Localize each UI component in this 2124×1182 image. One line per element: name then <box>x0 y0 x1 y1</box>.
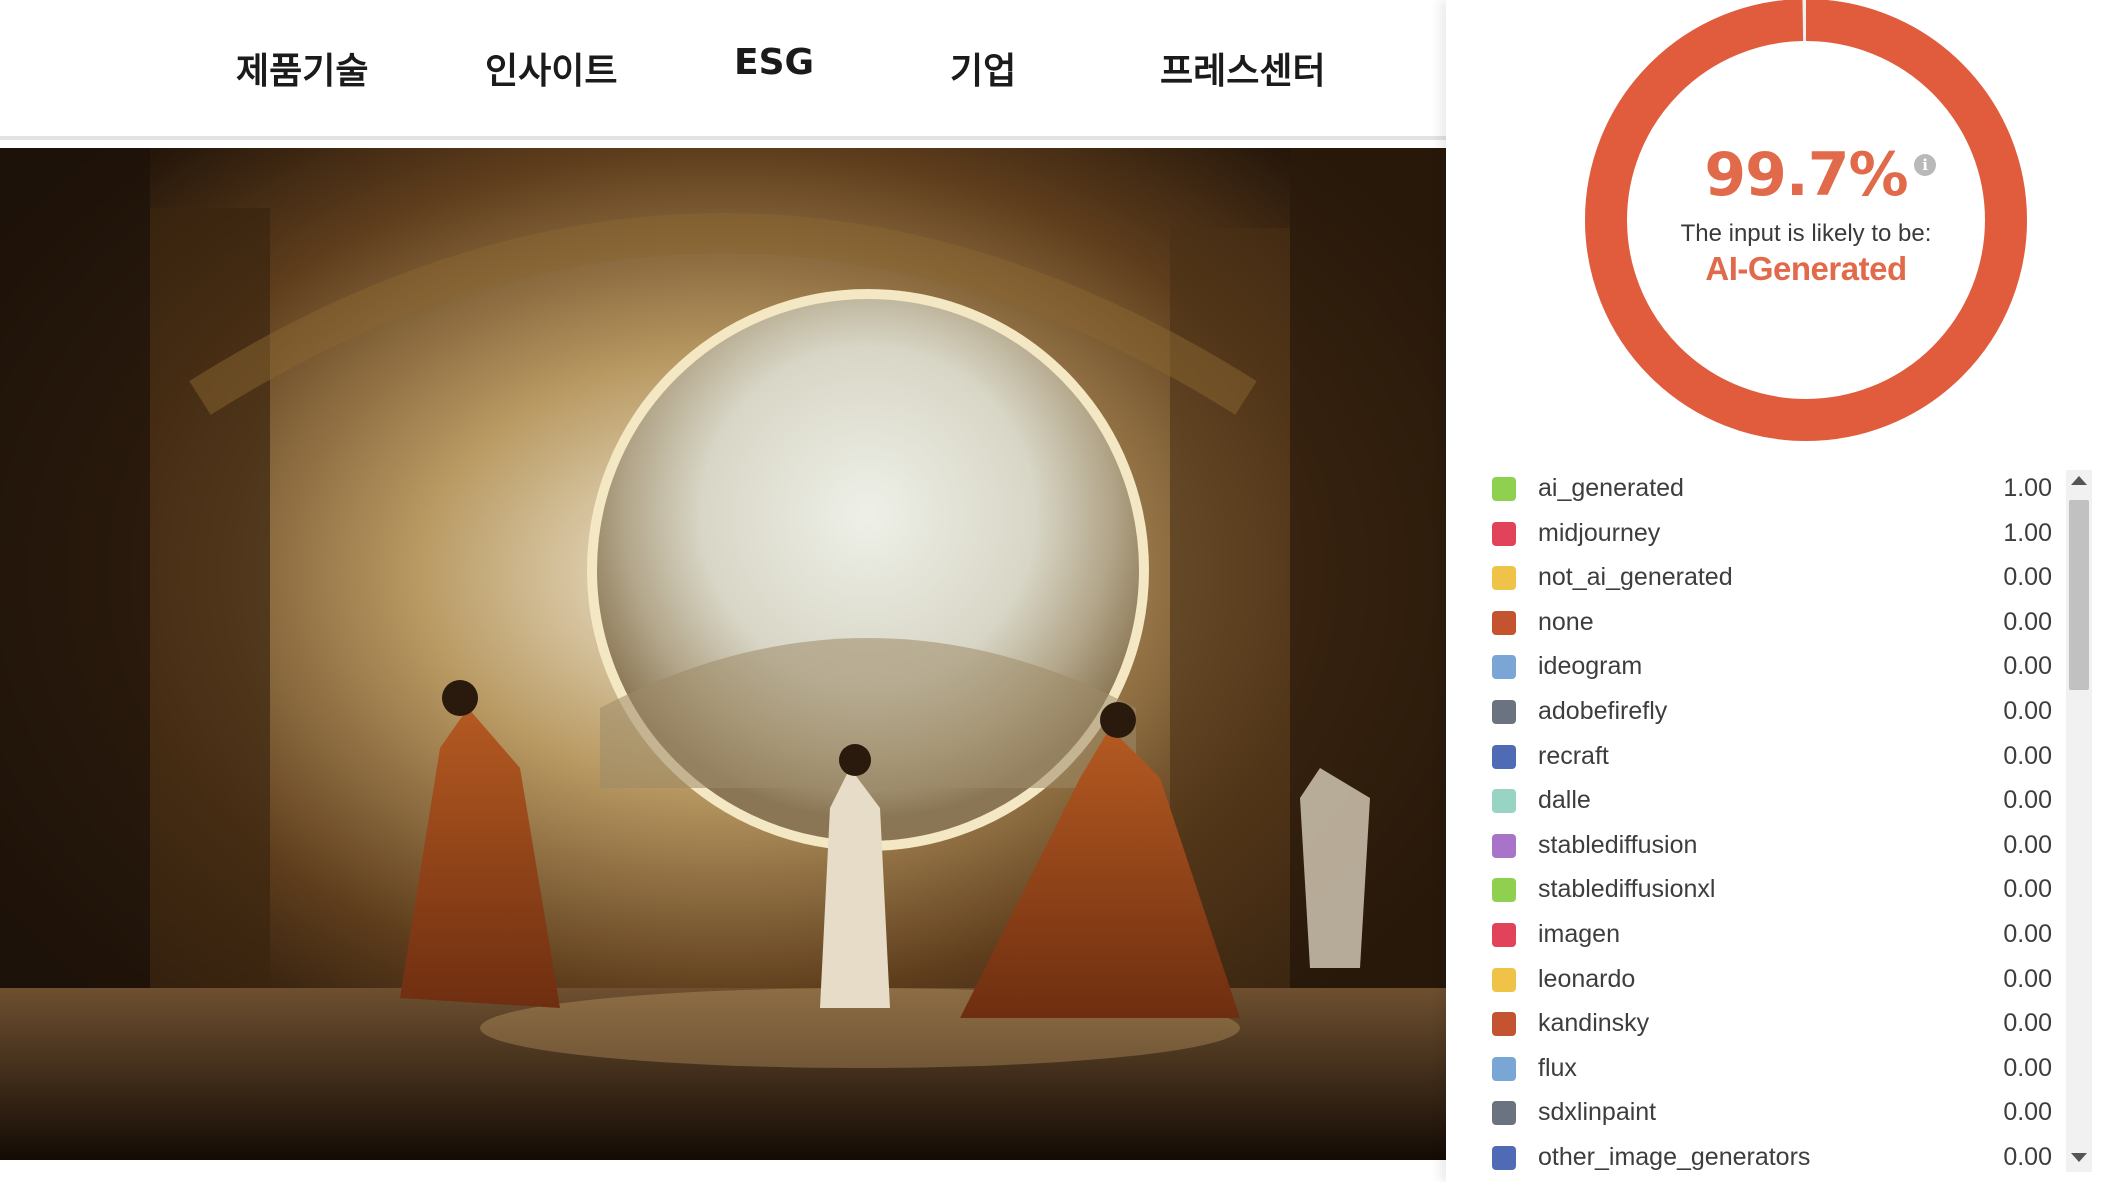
class-row: not_ai_generated 0.00 <box>1492 557 2052 601</box>
class-row: other_image_generators 0.00 <box>1492 1137 2052 1181</box>
class-score: 0.00 <box>2003 1009 2052 1038</box>
hero-image <box>0 148 1446 1160</box>
class-name: stablediffusionxl <box>1538 875 1716 904</box>
nav-item-esg[interactable]: ESG <box>734 42 814 83</box>
class-score: 0.00 <box>2003 1053 2052 1082</box>
class-score: 0.00 <box>2003 1143 2052 1171</box>
website-page: 제품기술 인사이트 ESG 기업 프레스센터 <box>0 0 1446 1182</box>
color-swatch <box>1492 923 1516 947</box>
class-row: stablediffusionxl 0.00 <box>1492 869 2052 913</box>
class-row: recraft 0.00 <box>1492 736 2052 780</box>
color-swatch <box>1492 477 1516 501</box>
nav-item-product-tech[interactable]: 제품기술 <box>236 42 368 94</box>
ai-detection-panel: 99.7% i The input is likely to be: AI-Ge… <box>1446 0 2124 1182</box>
class-row: imagen 0.00 <box>1492 914 2052 958</box>
score-value: 99.7% i <box>1704 140 1936 210</box>
verdict-label: AI-Generated <box>1705 250 1907 287</box>
class-score: 0.00 <box>2003 964 2052 993</box>
class-score: 0.00 <box>2003 875 2052 904</box>
class-score: 0.00 <box>2003 920 2052 948</box>
color-swatch <box>1492 789 1516 814</box>
color-swatch <box>1492 878 1516 903</box>
class-row: kandinsky 0.00 <box>1492 1003 2052 1047</box>
nav-item-company[interactable]: 기업 <box>950 42 1016 94</box>
class-row: ai_generated 1.00 <box>1492 468 2052 512</box>
class-score: 0.00 <box>2003 1098 2052 1127</box>
class-name: leonardo <box>1538 964 1636 993</box>
color-swatch <box>1492 700 1516 724</box>
list-scrollbar[interactable] <box>2066 470 2092 1172</box>
class-score: 0.00 <box>2003 652 2052 681</box>
color-swatch <box>1492 566 1516 591</box>
class-score-list: ai_generated 1.00 midjourney 1.00 not_ai_gen… <box>1492 468 2052 1182</box>
class-name: recraft <box>1538 741 1609 770</box>
color-swatch <box>1492 1056 1516 1081</box>
class-name: adobefirefly <box>1538 697 1668 725</box>
color-swatch <box>1492 521 1516 546</box>
top-navigation: 제품기술 인사이트 ESG 기업 프레스센터 <box>0 0 1446 140</box>
nav-item-press-center[interactable]: 프레스센터 <box>1160 42 1326 94</box>
class-name: ai_generated <box>1538 474 1684 502</box>
color-swatch <box>1492 744 1516 769</box>
class-score: 0.00 <box>2003 563 2052 592</box>
scroll-thumb[interactable] <box>2069 500 2089 690</box>
score-summary: 99.7% i The input is likely to be: AI-Ge… <box>1576 140 2036 288</box>
class-score: 1.00 <box>2003 518 2052 547</box>
color-swatch <box>1492 1012 1516 1037</box>
class-row: dalle 0.00 <box>1492 780 2052 824</box>
class-score: 1.00 <box>2003 474 2052 502</box>
class-score: 0.00 <box>2003 786 2052 815</box>
class-name: other_image_generators <box>1538 1143 1811 1171</box>
class-score: 0.00 <box>2003 697 2052 725</box>
class-row: flux 0.00 <box>1492 1048 2052 1092</box>
class-row: stablediffusion 0.00 <box>1492 825 2052 869</box>
info-icon[interactable]: i <box>1913 154 1936 176</box>
class-name: dalle <box>1538 786 1591 815</box>
class-name: stablediffusion <box>1538 830 1698 859</box>
class-name: sdxlinpaint <box>1538 1098 1657 1127</box>
class-row: adobefirefly 0.00 <box>1492 691 2052 735</box>
class-score: 0.00 <box>2003 607 2052 636</box>
class-score: 0.00 <box>2003 830 2052 859</box>
class-score: 0.00 <box>2003 741 2052 770</box>
class-name: not_ai_generated <box>1538 563 1733 592</box>
class-name: midjourney <box>1538 518 1661 547</box>
caret-down-icon[interactable] <box>2071 1153 2087 1162</box>
color-swatch <box>1492 967 1516 992</box>
likely-label: The input is likely to be: <box>1680 220 1932 247</box>
class-row: none 0.00 <box>1492 602 2052 646</box>
class-name: ideogram <box>1538 652 1643 681</box>
score-text: 99.7% <box>1704 140 1908 210</box>
class-name: kandinsky <box>1538 1009 1650 1038</box>
class-row: leonardo 0.00 <box>1492 959 2052 1003</box>
caret-up-icon[interactable] <box>2071 476 2087 485</box>
class-row: ideogram 0.00 <box>1492 646 2052 690</box>
color-swatch <box>1492 610 1516 635</box>
class-row: sdxlinpaint 0.00 <box>1492 1092 2052 1136</box>
color-swatch <box>1492 655 1516 680</box>
class-name: none <box>1538 607 1594 636</box>
class-row: midjourney 1.00 <box>1492 513 2052 557</box>
color-swatch <box>1492 1101 1516 1126</box>
nav-item-insight[interactable]: 인사이트 <box>485 42 617 94</box>
color-swatch <box>1492 833 1516 858</box>
class-name: flux <box>1538 1053 1577 1082</box>
color-swatch <box>1492 1146 1516 1170</box>
class-name: imagen <box>1538 920 1620 948</box>
